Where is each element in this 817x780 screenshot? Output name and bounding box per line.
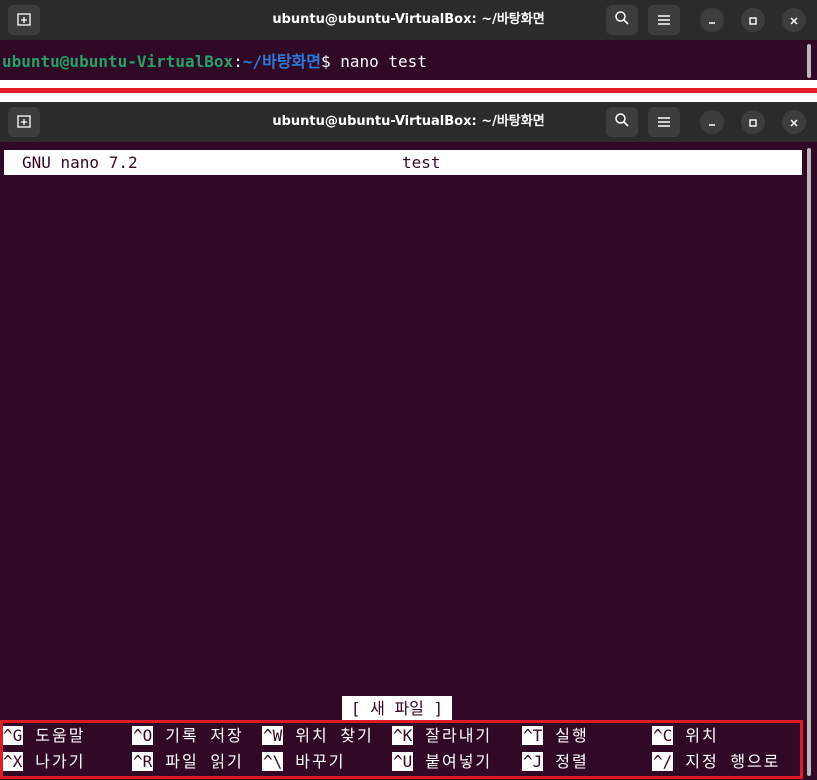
nano-version: GNU nano 7.2 xyxy=(22,153,138,172)
bottom-titlebar[interactable]: ubuntu@ubuntu-VirtualBox: ~/바탕화면 xyxy=(0,102,817,142)
bottom-minimize-button[interactable] xyxy=(700,110,724,134)
top-search-button[interactable] xyxy=(606,5,638,35)
bottom-scrollbar[interactable] xyxy=(807,148,811,776)
minimize-icon xyxy=(707,113,717,132)
top-scrollbar[interactable] xyxy=(807,44,811,78)
close-icon xyxy=(789,113,799,132)
hamburger-menu-icon xyxy=(657,113,671,132)
nano-filename: test xyxy=(402,153,441,172)
prompt-colon: : xyxy=(233,52,243,71)
hamburger-menu-icon xyxy=(657,11,671,30)
bottom-terminal-window: ubuntu@ubuntu-VirtualBox: ~/바탕화면 GNU nan… xyxy=(0,102,817,780)
top-minimize-button[interactable] xyxy=(700,8,724,32)
top-maximize-button[interactable] xyxy=(741,8,765,32)
prompt-symbol: $ xyxy=(320,52,341,71)
top-titlebar[interactable]: ubuntu@ubuntu-VirtualBox: ~/바탕화면 xyxy=(0,0,817,40)
top-close-button[interactable] xyxy=(782,8,806,32)
bottom-search-button[interactable] xyxy=(606,107,638,137)
bottom-window-title: ubuntu@ubuntu-VirtualBox: ~/바탕화면 xyxy=(272,114,545,129)
command-text: nano test xyxy=(340,52,427,71)
red-separator-line xyxy=(0,88,817,93)
prompt-user: ubuntu@ubuntu-VirtualBox xyxy=(2,52,234,71)
prompt-line: ubuntu@ubuntu-VirtualBox:~/바탕화면$ nano te… xyxy=(2,48,427,72)
top-menu-button[interactable] xyxy=(648,5,680,35)
shortcut-highlight-box xyxy=(0,720,803,779)
search-icon xyxy=(614,10,630,30)
nano-status-new-file: [ 새 파일 ] xyxy=(342,696,452,721)
nano-header-bar: GNU nano 7.2 test xyxy=(4,150,802,175)
maximize-icon xyxy=(748,113,758,132)
nano-edit-area[interactable] xyxy=(0,175,800,695)
prompt-path: ~/바탕화면 xyxy=(242,52,321,71)
bottom-close-button[interactable] xyxy=(782,110,806,134)
minimize-icon xyxy=(707,11,717,30)
bottom-maximize-button[interactable] xyxy=(741,110,765,134)
top-window-title: ubuntu@ubuntu-VirtualBox: ~/바탕화면 xyxy=(272,12,545,27)
top-terminal-window: ubuntu@ubuntu-VirtualBox: ~/바탕화면 ubuntu@… xyxy=(0,0,817,80)
bottom-menu-button[interactable] xyxy=(648,107,680,137)
close-icon xyxy=(789,11,799,30)
search-icon xyxy=(614,112,630,132)
maximize-icon xyxy=(748,11,758,30)
